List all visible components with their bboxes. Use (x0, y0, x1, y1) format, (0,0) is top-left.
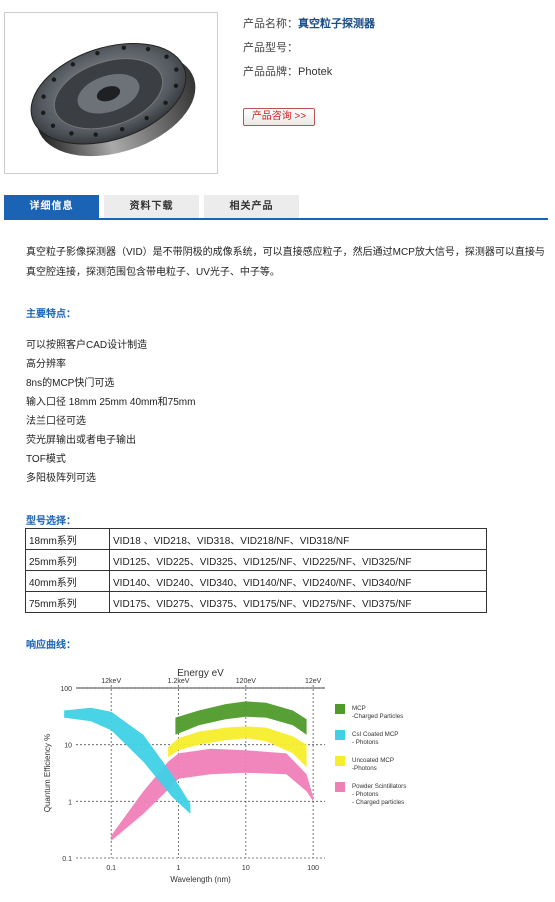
legend-label: - Photons (352, 739, 378, 746)
product-brand-row: 产品品牌：Photek (243, 64, 375, 88)
series-cell: 18mm系列 (25, 528, 110, 550)
product-brand-label: 产品品牌： (243, 66, 298, 78)
product-model-row: 产品型号： (243, 40, 375, 64)
product-info: 产品名称：真空粒子探测器 产品型号： 产品品牌：Photek (243, 16, 375, 88)
list-item: 8ns的MCP快门可选 (26, 378, 115, 389)
models-cell: VID140、VID240、VID340、VID140/NF、VID240/NF… (109, 570, 487, 592)
list-item: 输入口径 18mm 25mm 40mm和75mm (26, 397, 196, 408)
legend-label: - Photons (352, 791, 378, 798)
table-row: 75mm系列 VID175、VID275、VID375、VID175/NF、VI… (25, 591, 487, 613)
models-cell: VID18 、VID218、VID318、VID218/NF、VID318/NF (109, 528, 487, 550)
y-tick-label: 0.1 (62, 856, 72, 863)
legend-swatch (335, 782, 345, 792)
series-band (111, 748, 314, 841)
response-curve-title: 响应曲线： (26, 640, 76, 651)
models-cell: VID125、VID225、VID325、VID125/NF、VID225/NF… (109, 549, 487, 571)
x-tick-label: 100 (307, 865, 319, 872)
product-name-row: 产品名称：真空粒子探测器 (243, 16, 375, 40)
top-tick-label: 12keV (101, 678, 121, 685)
x-tick-label: 0.1 (106, 865, 116, 872)
legend-label: -Charged Particles (352, 713, 403, 720)
legend-label: Powder Scintillators (352, 783, 406, 790)
product-image (4, 12, 218, 174)
models-title: 型号选择： (26, 516, 76, 527)
list-item: 法兰口径可选 (26, 416, 86, 427)
table-row: 25mm系列 VID125、VID225、VID325、VID125/NF、VI… (25, 549, 487, 571)
table-row: 40mm系列 VID140、VID240、VID340、VID140/NF、VI… (25, 570, 487, 592)
legend-swatch (335, 756, 345, 766)
y-axis-label: Quantum Efficiency % (43, 734, 52, 813)
models-table: 18mm系列 VID18 、VID218、VID318、VID218/NF、VI… (25, 528, 487, 613)
series-cell: 25mm系列 (25, 549, 110, 571)
series-cell: 40mm系列 (25, 570, 110, 592)
top-tick-label: 1.2keV (168, 678, 190, 685)
tab-details[interactable]: 详细信息 (4, 195, 99, 218)
legend-label: -Photons (352, 765, 377, 772)
list-item: 多阳极阵列可选 (26, 473, 96, 484)
list-item: TOF模式 (26, 454, 66, 465)
y-tick-label: 100 (60, 686, 72, 693)
y-tick-label: 1 (68, 799, 72, 806)
detail-tabs: 详细信息 资料下载 相关产品 (4, 195, 548, 220)
response-curve-chart: Energy eV12keV 1.2keV 120eV 12eV1001010.10.… (43, 668, 406, 884)
tab-related-products[interactable]: 相关产品 (204, 195, 299, 218)
product-brand-value: Photek (298, 66, 333, 78)
product-inquiry-button[interactable]: 产品咨询 >> (243, 108, 315, 126)
legend-label: CsI Coated MCP (352, 731, 398, 738)
list-item: 可以按照客户CAD设计制造 (26, 340, 148, 351)
features-title: 主要特点： (26, 309, 76, 320)
x-tick-label: 10 (242, 865, 250, 872)
detector-flange-image (30, 42, 196, 157)
list-item: 高分辨率 (26, 359, 66, 370)
tab-downloads[interactable]: 资料下载 (104, 195, 199, 218)
legend-label: - Charged particles (352, 799, 404, 806)
models-cell: VID175、VID275、VID375、VID175/NF、VID275/NF… (109, 591, 487, 613)
y-tick-label: 10 (64, 743, 72, 750)
table-row: 18mm系列 VID18 、VID218、VID318、VID218/NF、VI… (25, 528, 487, 550)
legend-swatch (335, 730, 345, 740)
legend-label: MCP (352, 705, 366, 712)
top-tick-label: 120eV (236, 678, 257, 685)
features-list: 可以按照客户CAD设计制造 高分辨率 8ns的MCP快门可选 输入口径 18mm… (26, 336, 195, 488)
product-name-value[interactable]: 真空粒子探测器 (298, 18, 375, 30)
x-tick-label: 1 (177, 865, 181, 872)
product-description: 真空粒子影像探测器（VID）是不带阴极的成像系统，可以直接感应粒子，然后通过MC… (26, 247, 545, 278)
product-name-label: 产品名称： (243, 18, 298, 30)
top-tick-label: 12eV (305, 678, 322, 685)
series-cell: 75mm系列 (25, 591, 110, 613)
x-axis-label: Wavelength (nm) (170, 875, 231, 884)
legend-label: Uncoated MCP (352, 757, 394, 764)
product-model-label: 产品型号： (243, 42, 298, 54)
list-item: 荧光屏输出或者电子输出 (26, 435, 136, 446)
legend-swatch (335, 704, 345, 714)
